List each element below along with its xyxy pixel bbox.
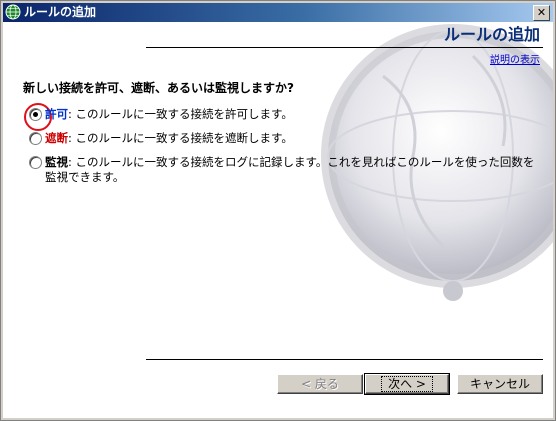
monitor-keyword: 監視: [45, 155, 68, 169]
close-icon: ✕: [536, 6, 547, 19]
allow-keyword: 許可: [45, 107, 68, 121]
page-title: ルールの追加: [443, 25, 540, 44]
monitor-radio[interactable]: [29, 156, 42, 169]
next-button-label: 次へ >: [381, 376, 433, 392]
help-link[interactable]: 説明の表示: [490, 51, 540, 66]
window-title: ルールの追加: [24, 5, 97, 19]
title-bar[interactable]: ルールの追加 ✕: [3, 3, 553, 22]
deny-description: : このルールに一致する接続を遮断します。: [68, 131, 293, 145]
question-heading: 新しい接続を許可、遮断、あるいは監視しますか?: [23, 81, 294, 95]
option-deny[interactable]: 遮断: このルールに一致する接続を遮断します。: [29, 131, 509, 147]
back-button[interactable]: < 戻る: [277, 374, 363, 394]
option-allow[interactable]: 許可: このルールに一致する接続を許可します。: [24, 103, 509, 131]
footer-divider: [146, 359, 543, 360]
add-rule-window: ルールの追加 ✕ ルールの追加 説明の表示 新しい接続を許可、遮断、あるいは監視…: [0, 0, 556, 421]
header-divider: [146, 47, 543, 48]
allow-radio[interactable]: [24, 103, 52, 131]
close-button[interactable]: ✕: [533, 5, 550, 21]
wizard-content: ルールの追加 説明の表示 新しい接続を許可、遮断、あるいは監視しますか? 許可:…: [3, 22, 553, 418]
option-monitor[interactable]: 監視: このルールに一致する接続をログに記録します。これを見ればこのルールを使っ…: [29, 155, 537, 187]
deny-radio[interactable]: [29, 132, 42, 145]
globe-app-icon: [5, 4, 21, 20]
next-button[interactable]: 次へ >: [364, 373, 450, 395]
deny-keyword: 遮断: [45, 131, 68, 145]
monitor-description: : このルールに一致する接続をログに記録します。これを見ればこのルールを使った回…: [45, 155, 535, 184]
cancel-button[interactable]: キャンセル: [457, 374, 543, 394]
allow-description: : このルールに一致する接続を許可します。: [68, 107, 293, 121]
